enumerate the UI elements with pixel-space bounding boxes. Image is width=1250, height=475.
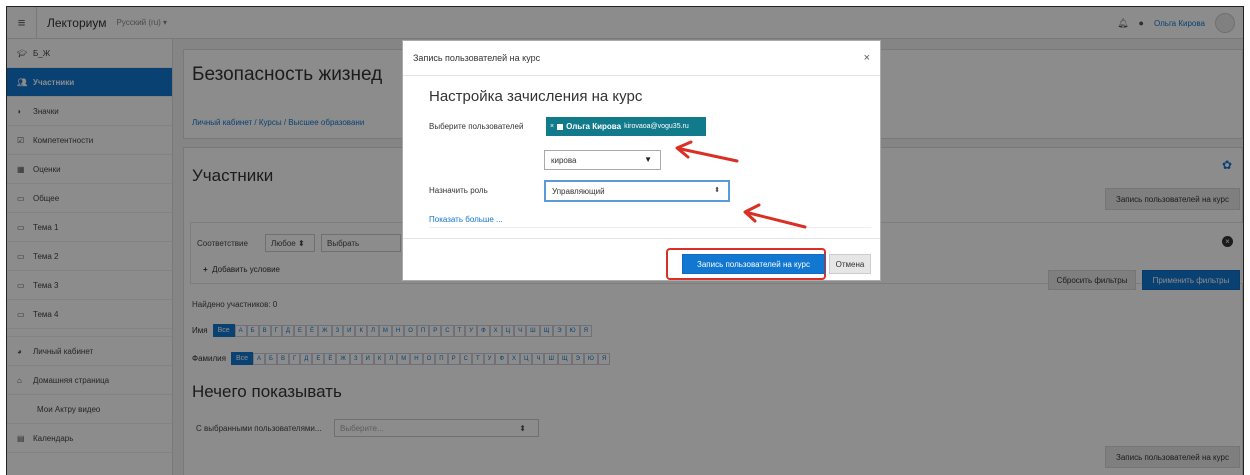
role-select[interactable]: Управляющий ⬍ bbox=[544, 180, 730, 202]
chip-user-name: Ольга Кирова bbox=[566, 122, 622, 131]
assign-role-label: Назначить роль bbox=[429, 186, 488, 195]
chip-user-email: kirovaoa@vogu35.ru bbox=[624, 123, 689, 130]
browser-frame: ≡ Лекториум Русский (ru) ▾ 🔔︎ ● Ольга Ки… bbox=[6, 6, 1244, 475]
selected-user-chip[interactable]: × Ольга Кирова kirovaoa@vogu35.ru bbox=[546, 117, 706, 136]
modal-footer-divider bbox=[403, 238, 880, 239]
close-icon[interactable]: × bbox=[864, 52, 870, 64]
cancel-button[interactable]: Отмена bbox=[829, 254, 871, 274]
annotation-arrow-icon bbox=[743, 203, 807, 229]
annotation-arrow-icon bbox=[675, 140, 739, 163]
show-more-link[interactable]: Показать больше ... bbox=[429, 215, 503, 224]
user-search-input[interactable]: кирова ▼ bbox=[544, 150, 661, 170]
caret-down-icon[interactable]: ▼ bbox=[644, 155, 652, 164]
enrol-modal: Запись пользователей на курс × Настройка… bbox=[402, 40, 881, 281]
select-users-label: Выберите пользователей bbox=[429, 122, 524, 131]
remove-chip-icon[interactable]: × bbox=[550, 123, 554, 130]
role-select-value: Управляющий bbox=[552, 186, 605, 196]
chevron-updown-icon: ⬍ bbox=[714, 187, 720, 194]
user-search-value: кирова bbox=[551, 155, 577, 165]
enrol-users-button[interactable]: Запись пользователей на курс bbox=[682, 254, 825, 274]
modal-heading: Настройка зачисления на курс bbox=[429, 88, 643, 105]
user-square-icon bbox=[557, 123, 564, 130]
modal-title: Запись пользователей на курс bbox=[403, 41, 880, 76]
